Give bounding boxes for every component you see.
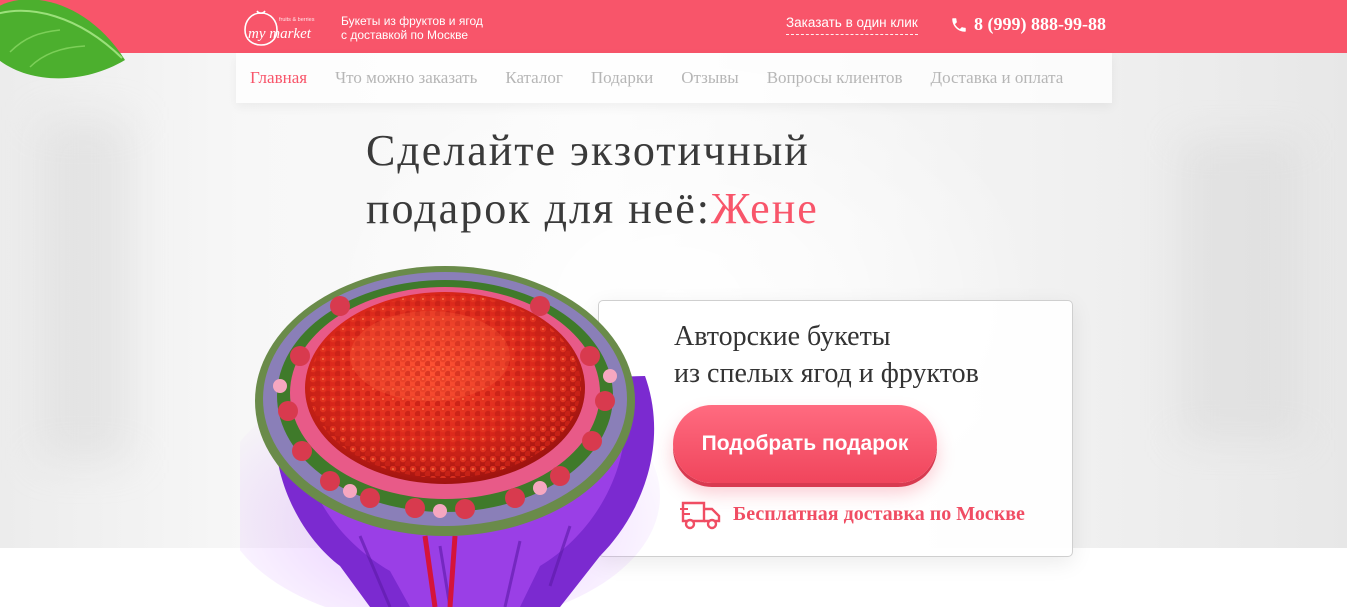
phone-icon [952,18,966,32]
hero-headline: Сделайте экзотичный подарок для неё:Жене [366,122,819,238]
background-blur-shape [40,120,130,460]
phone-number[interactable]: 8 (999) 888-99-88 [974,14,1106,35]
main-nav: Главная Что можно заказать Каталог Подар… [236,53,1112,103]
top-bar: my market fruits & berries Букеты из фру… [0,0,1347,79]
strawberry-bouquet-image [240,266,660,607]
logo-small-text: fruits & berries [279,17,315,23]
nav-item-reviews[interactable]: Отзывы [681,68,739,88]
card-title-line1: Авторские букеты [674,321,891,352]
tagline-line1: Букеты из фруктов и ягод [341,14,483,28]
free-delivery-text: Бесплатная доставка по Москве [733,503,1025,525]
hero-accent-word: Жене [710,184,819,233]
card-title-line2: из спелых ягод и фруктов [674,358,979,389]
nav-item-what-to-order[interactable]: Что можно заказать [335,68,477,88]
choose-gift-button[interactable]: Подобрать подарок [673,405,937,483]
tagline-line2: с доставкой по Москве [341,28,468,42]
logo-icon[interactable]: my market fruits & berries [243,9,329,47]
hero-line1: Сделайте экзотичный [366,126,810,175]
card-title: Авторские букеты из спелых ягод и фрукто… [674,318,979,392]
nav-item-delivery[interactable]: Доставка и оплата [930,68,1063,88]
nav-item-gifts[interactable]: Подарки [591,68,653,88]
hero-line2: подарок для неё: [366,184,711,233]
leaf-icon [0,0,125,79]
nav-item-faq[interactable]: Вопросы клиентов [767,68,903,88]
truck-icon [680,501,721,530]
background-blur-shape [1180,140,1300,440]
logo-my: my market [248,26,312,42]
one-click-order-link[interactable]: Заказать в один клик [786,15,918,35]
header-tagline: Букеты из фруктов и ягод с доставкой по … [341,14,483,42]
nav-item-catalog[interactable]: Каталог [505,68,563,88]
hero-line2-wrap: подарок для неё:Жене [366,180,819,238]
nav-item-home[interactable]: Главная [250,68,307,88]
